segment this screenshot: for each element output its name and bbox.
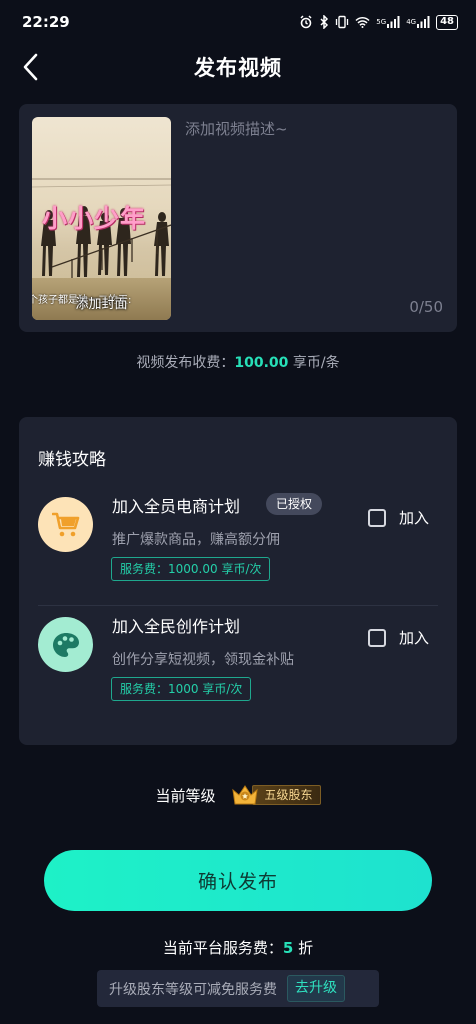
join-creation-checkbox[interactable]: 加入 (368, 627, 429, 648)
signal-icon: 4G (406, 16, 430, 28)
status-time: 22:29 (22, 13, 70, 31)
service-fee-unit: 折 (298, 939, 314, 957)
earn-strategy-card: 赚钱攻略 加入全员电商计划 已授权 推广爆款商品，赚高额分佣 服务费：1000.… (19, 417, 457, 745)
plan-creation: 加入全民创作计划 创作分享短视频，领现金补贴 服务费：1000 享币/次 加入 (19, 607, 457, 737)
earn-strategy-title: 赚钱攻略 (38, 450, 106, 470)
upgrade-bar: 升级股东等级可减免服务费 去升级 (97, 970, 379, 1007)
publish-fee-unit: 享币/条 (292, 355, 340, 371)
chevron-left-icon (23, 53, 38, 81)
checkbox-box[interactable] (368, 508, 386, 527)
page-title: 发布视频 (194, 56, 282, 80)
plan-name: 加入全民创作计划 (112, 617, 241, 636)
video-cover[interactable]: 小小少年 个孩子都是独一二的天: 添加封面 (32, 117, 171, 320)
platform-service-fee: 当前平台服务费：5 折 (0, 937, 476, 958)
publish-fee-label: 视频发布收费： (136, 355, 235, 371)
current-level-label: 当前等级 (155, 786, 216, 805)
bluetooth-icon (319, 15, 329, 29)
signal-icon: 5G (376, 16, 400, 28)
plan-icon-circle (38, 497, 93, 552)
status-icons: 5G 4G 48 (299, 14, 458, 30)
publish-fee-amount: 100.00 (234, 355, 289, 371)
video-description-card: 小小少年 个孩子都是独一二的天: 添加封面 0/50 (19, 104, 457, 332)
plan-description: 创作分享短视频，领现金补贴 (112, 652, 294, 668)
upgrade-hint: 升级股东等级可减免服务费 (109, 981, 277, 998)
service-fee-value: 5 (282, 939, 294, 957)
vibrate-icon (335, 15, 349, 29)
plan-description: 推广爆款商品，赚高额分佣 (112, 532, 280, 548)
plan-service-fee: 服务费：1000.00 享币/次 (111, 557, 271, 581)
battery-icon: 48 (436, 14, 458, 30)
divider (38, 605, 438, 606)
header: 发布视频 (0, 44, 476, 90)
service-fee-label: 当前平台服务费： (162, 939, 283, 957)
plan-name: 加入全员电商计划 (112, 497, 241, 516)
checkbox-box[interactable] (368, 628, 386, 647)
plan-icon-circle (38, 617, 93, 672)
cover-title-text: 小小少年 (42, 204, 147, 233)
join-label: 加入 (399, 629, 430, 647)
add-cover-label: 添加封面 (75, 297, 128, 312)
join-label: 加入 (399, 509, 430, 527)
publish-fee: 视频发布收费：100.00 享币/条 (0, 352, 476, 372)
level-badge: 五级股东 (230, 784, 321, 806)
alarm-icon (299, 15, 313, 29)
join-ecommerce-checkbox[interactable]: 加入 (368, 507, 429, 528)
confirm-publish-button[interactable]: 确认发布 (44, 850, 432, 911)
current-level: 当前等级 五级股东 (0, 784, 476, 806)
upgrade-button[interactable]: 去升级 (287, 975, 345, 1002)
status-bar: 22:29 5G 4G 48 (0, 0, 476, 44)
char-count: 0/50 (409, 298, 443, 316)
level-badge-text: 五级股东 (251, 785, 321, 805)
shopping-cart-icon (51, 512, 79, 536)
wifi-icon (355, 16, 370, 28)
network-type-label: 5G (376, 18, 387, 26)
plan-service-fee: 服务费：1000 享币/次 (111, 677, 252, 701)
back-button[interactable] (14, 50, 48, 84)
plan-ecommerce: 加入全员电商计划 已授权 推广爆款商品，赚高额分佣 服务费：1000.00 享币… (19, 487, 457, 617)
palette-icon (52, 632, 79, 657)
crown-icon (231, 785, 258, 805)
network-type-label: 4G (406, 18, 417, 26)
video-description-input[interactable] (185, 118, 445, 268)
authorized-badge: 已授权 (266, 493, 323, 515)
